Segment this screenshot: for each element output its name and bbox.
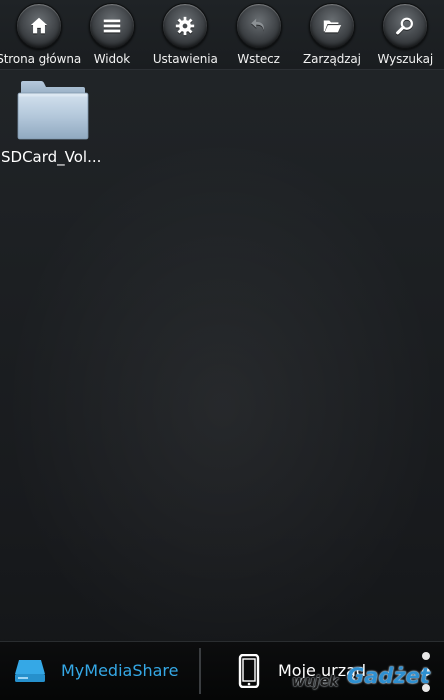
back-button[interactable]: Wstecz [223, 0, 295, 70]
file-list-area: SDCard_Vol... [0, 71, 444, 641]
my-devices-tab[interactable]: Moje urząd [202, 642, 407, 700]
folder-icon [17, 81, 89, 140]
phone-icon [238, 654, 260, 688]
search-icon [382, 3, 429, 49]
media-drive-icon [15, 660, 45, 682]
bottom-bar: MyMediaShare Moje urząd [0, 641, 444, 700]
overflow-menu-icon[interactable] [412, 646, 440, 698]
mymediashare-tab[interactable]: MyMediaShare [0, 642, 198, 700]
folder-name: SDCard_Vol... [1, 148, 102, 166]
file-manager-screen: Strona główna Widok Ustawienia Wstecz Za… [0, 0, 444, 700]
search-button-label: Wyszukaj [377, 52, 434, 66]
home-button-label: Strona główna [0, 52, 82, 66]
folder-item[interactable]: SDCard_Vol... [0, 77, 110, 177]
gear-icon [162, 3, 209, 49]
list-icon [88, 3, 135, 49]
back-arrow-icon [235, 3, 282, 49]
manage-button-label: Zarządzaj [303, 52, 361, 66]
mymediashare-label: MyMediaShare [61, 661, 179, 680]
home-icon [15, 3, 62, 49]
open-folder-icon [308, 3, 355, 49]
settings-button[interactable]: Ustawienia [149, 0, 221, 70]
manage-button[interactable]: Zarządzaj [296, 0, 368, 70]
view-button-label: Widok [93, 52, 131, 66]
my-devices-label: Moje urząd [278, 661, 367, 680]
search-button[interactable]: Wyszukaj [369, 0, 441, 70]
back-button-label: Wstecz [237, 52, 280, 66]
tab-divider [199, 648, 201, 694]
settings-button-label: Ustawienia [152, 52, 218, 66]
view-button[interactable]: Widok [76, 0, 148, 70]
home-button[interactable]: Strona główna [0, 0, 81, 70]
top-toolbar: Strona główna Widok Ustawienia Wstecz Za… [0, 0, 444, 70]
